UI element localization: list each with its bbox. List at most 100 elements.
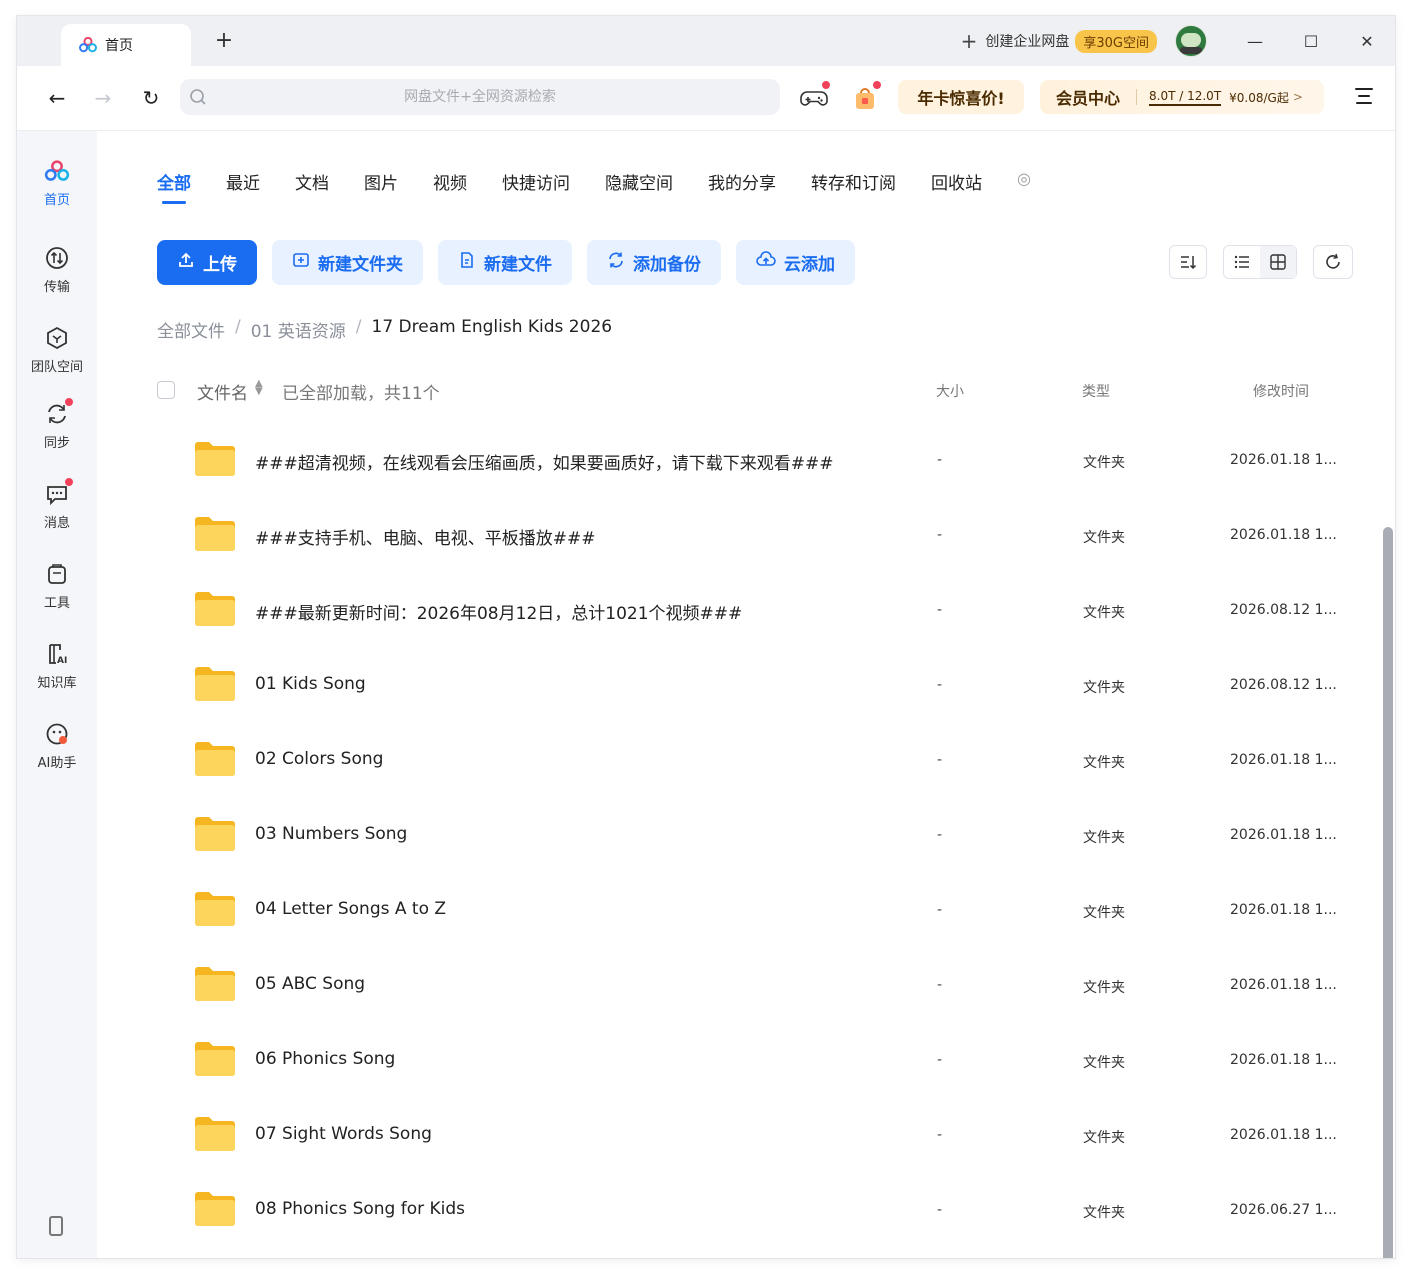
sidebar-item-team-space[interactable]: 团队空间 <box>17 324 97 375</box>
sidebar-item-ai-assistant[interactable]: AI助手 <box>17 720 97 771</box>
tab-home[interactable]: 首页 <box>61 24 191 66</box>
new-folder-label: 新建文件夹 <box>318 255 403 275</box>
refresh-list-button[interactable] <box>1313 245 1353 279</box>
grid-view-icon <box>1270 254 1286 270</box>
search-bar[interactable] <box>180 79 780 115</box>
file-size: - <box>937 677 943 693</box>
table-row[interactable]: 02 Colors Song - 文件夹 2026.01.18 1... <box>193 724 1343 799</box>
list-view-icon <box>1234 255 1249 269</box>
file-name[interactable]: ###支持手机、电脑、电视、平板播放### <box>255 524 595 549</box>
price-per-gb: ¥0.08/G起 <box>1229 90 1289 105</box>
tab-recycle-bin[interactable]: 回收站 <box>931 169 982 194</box>
view-mode-toggle <box>1223 245 1297 279</box>
search-input[interactable] <box>216 88 744 106</box>
tab-quick-access[interactable]: 快捷访问 <box>502 169 570 194</box>
knowledge-base-icon: AI <box>43 640 71 668</box>
sidebar-item-tools[interactable]: 工具 <box>17 560 97 611</box>
minimize-button[interactable]: — <box>1227 16 1283 66</box>
file-name[interactable]: 04 Letter Songs A to Z <box>255 899 446 919</box>
file-name[interactable]: ###超清视频，在线观看会压缩画质，如果要画质好，请下载下来观看### <box>255 449 833 474</box>
table-row[interactable]: ###最新更新时间：2026年08月12日，总计1021个视频### - 文件夹… <box>193 574 1343 649</box>
file-name[interactable]: 05 ABC Song <box>255 974 365 994</box>
file-name[interactable]: 03 Numbers Song <box>255 824 407 844</box>
back-button[interactable]: ← <box>43 84 71 112</box>
upload-button[interactable]: 上传 <box>157 240 257 285</box>
grid-view-button[interactable] <box>1260 246 1296 278</box>
table-row[interactable]: 08 Phonics Song for Kids - 文件夹 2026.06.2… <box>193 1174 1343 1249</box>
table-row[interactable]: 06 Phonics Song - 文件夹 2026.01.18 1... <box>193 1024 1343 1099</box>
file-name[interactable]: 07 Sight Words Song <box>255 1124 432 1144</box>
folder-icon <box>195 592 235 626</box>
breadcrumb-item[interactable]: 全部文件 <box>157 317 225 342</box>
file-modified-time: 2026.01.18 1... <box>1230 977 1337 993</box>
file-modified-time: 2026.01.18 1... <box>1230 1052 1337 1068</box>
search-icon <box>180 88 216 106</box>
tab-my-shares[interactable]: 我的分享 <box>708 169 776 194</box>
close-button[interactable]: ✕ <box>1339 16 1395 66</box>
column-header-modified[interactable]: 修改时间 <box>1253 381 1309 401</box>
tab-recent[interactable]: 最近 <box>226 169 260 194</box>
create-enterprise-netdisk-link[interactable]: 创建企业网盘 <box>985 31 1069 51</box>
new-file-button[interactable]: 新建文件 <box>438 240 572 285</box>
cloud-add-button[interactable]: 云添加 <box>736 240 855 285</box>
file-type: 文件夹 <box>1083 1055 1125 1071</box>
file-size: - <box>937 977 943 993</box>
user-avatar[interactable] <box>1175 25 1207 57</box>
tab-videos[interactable]: 视频 <box>433 169 467 194</box>
tab-all[interactable]: 全部 <box>157 169 191 204</box>
table-row[interactable]: 07 Sight Words Song - 文件夹 2026.01.18 1..… <box>193 1099 1343 1174</box>
tab-saved-subscriptions[interactable]: 转存和订阅 <box>811 169 896 194</box>
sidebar-item-messages[interactable]: 消息 <box>17 478 97 531</box>
column-header-name[interactable]: 文件名 <box>197 379 248 404</box>
file-size: - <box>937 1202 943 1218</box>
annual-card-promo-button[interactable]: 年卡惊喜价! <box>898 80 1024 114</box>
sort-button[interactable] <box>1169 245 1207 279</box>
folder-icon <box>195 517 235 551</box>
table-row[interactable]: ###超清视频，在线观看会压缩画质，如果要画质好，请下载下来观看### - 文件… <box>193 424 1343 499</box>
game-center-button[interactable] <box>798 81 830 114</box>
sidebar-item-knowledge-base[interactable]: AI 知识库 <box>17 640 97 691</box>
tab-settings-icon[interactable]: ◎ <box>1017 169 1031 194</box>
refresh-button[interactable]: ↻ <box>137 84 165 112</box>
column-header-size[interactable]: 大小 <box>936 381 964 401</box>
gift-bag-button[interactable] <box>849 81 881 114</box>
file-modified-time: 2026.06.27 1... <box>1230 1202 1337 1218</box>
sort-arrows-icon[interactable]: ▲ ▼ <box>255 379 263 397</box>
file-name[interactable]: 06 Phonics Song <box>255 1049 395 1069</box>
refresh-icon <box>1326 253 1340 269</box>
table-row[interactable]: 01 Kids Song - 文件夹 2026.08.12 1... <box>193 649 1343 724</box>
file-size: - <box>937 527 943 543</box>
file-name[interactable]: 01 Kids Song <box>255 674 366 694</box>
file-name[interactable]: 02 Colors Song <box>255 749 383 769</box>
breadcrumb-item[interactable]: 01 英语资源 <box>251 317 346 342</box>
table-row[interactable]: ###支持手机、电脑、电视、平板播放### - 文件夹 2026.01.18 1… <box>193 499 1343 574</box>
new-folder-button[interactable]: 新建文件夹 <box>272 240 423 285</box>
list-view-button[interactable] <box>1224 246 1260 278</box>
new-tab-button[interactable]: + <box>211 28 237 53</box>
file-name[interactable]: ###最新更新时间：2026年08月12日，总计1021个视频### <box>255 599 742 624</box>
sidebar-item-transfer[interactable]: 传输 <box>17 244 97 295</box>
table-row[interactable]: 05 ABC Song - 文件夹 2026.01.18 1... <box>193 949 1343 1024</box>
column-header-type[interactable]: 类型 <box>1082 381 1110 401</box>
sidebar-item-home[interactable]: 首页 <box>17 157 97 208</box>
add-backup-button[interactable]: 添加备份 <box>587 240 721 285</box>
menu-icon[interactable] <box>1355 88 1373 109</box>
enterprise-space-badge[interactable]: 享30G空间 <box>1075 29 1157 53</box>
maximize-button[interactable]: ☐ <box>1283 16 1339 66</box>
tab-documents[interactable]: 文档 <box>295 169 329 194</box>
tab-hidden-space[interactable]: 隐藏空间 <box>605 169 673 194</box>
folder-icon <box>195 742 235 776</box>
table-row[interactable]: 03 Numbers Song - 文件夹 2026.01.18 1... <box>193 799 1343 874</box>
cloud-upload-icon <box>756 251 776 274</box>
new-folder-icon <box>292 251 310 274</box>
mobile-phone-icon[interactable] <box>49 1216 63 1236</box>
tab-images[interactable]: 图片 <box>364 169 398 194</box>
table-row[interactable]: 04 Letter Songs A to Z - 文件夹 2026.01.18 … <box>193 874 1343 949</box>
sidebar-item-sync[interactable]: 同步 <box>17 398 97 451</box>
forward-button[interactable]: → <box>89 84 117 112</box>
file-name[interactable]: 08 Phonics Song for Kids <box>255 1199 465 1219</box>
vip-center-button[interactable]: 会员中心 8.0T / 12.0T ¥0.08/G起 > <box>1040 80 1324 114</box>
select-all-checkbox[interactable] <box>157 381 175 399</box>
tab-label: 首页 <box>105 38 133 54</box>
scrollbar[interactable] <box>1383 527 1393 1258</box>
